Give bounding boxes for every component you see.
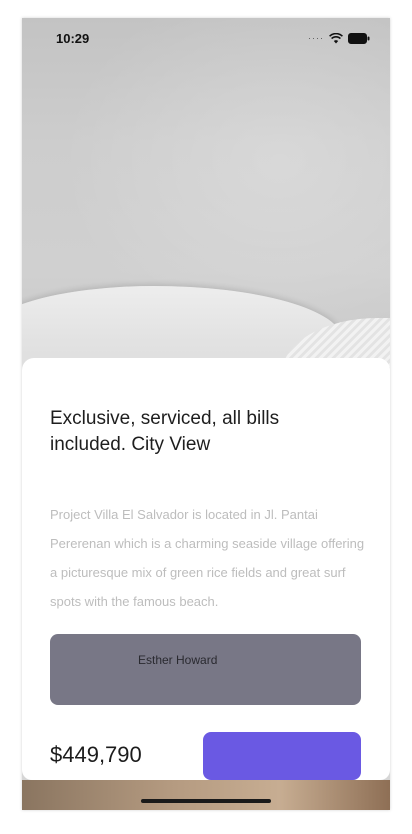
listing-price: $449,790	[50, 742, 142, 767]
agent-card[interactable]: Esther Howard	[50, 634, 361, 705]
home-indicator	[141, 799, 271, 803]
listing-card: Exclusive, serviced, all bills included.…	[22, 358, 390, 780]
listing-title: Exclusive, serviced, all bills included.…	[50, 408, 280, 455]
phone-screen: 10:29 ···· Exclusive, serviced, all bill…	[22, 18, 390, 810]
bottom-photo-strip	[22, 780, 390, 810]
listing-description: Project Villa El Salvador is located in …	[50, 507, 365, 609]
status-icons: ····	[308, 32, 370, 44]
signal-dots-icon: ····	[308, 33, 324, 43]
status-bar: 10:29 ····	[22, 18, 390, 62]
wifi-icon	[329, 32, 343, 44]
agent-name: Esther Howard	[138, 653, 218, 667]
book-button[interactable]	[203, 732, 361, 780]
hero-image	[22, 18, 390, 378]
battery-icon	[348, 32, 370, 44]
status-time: 10:29	[56, 31, 90, 46]
